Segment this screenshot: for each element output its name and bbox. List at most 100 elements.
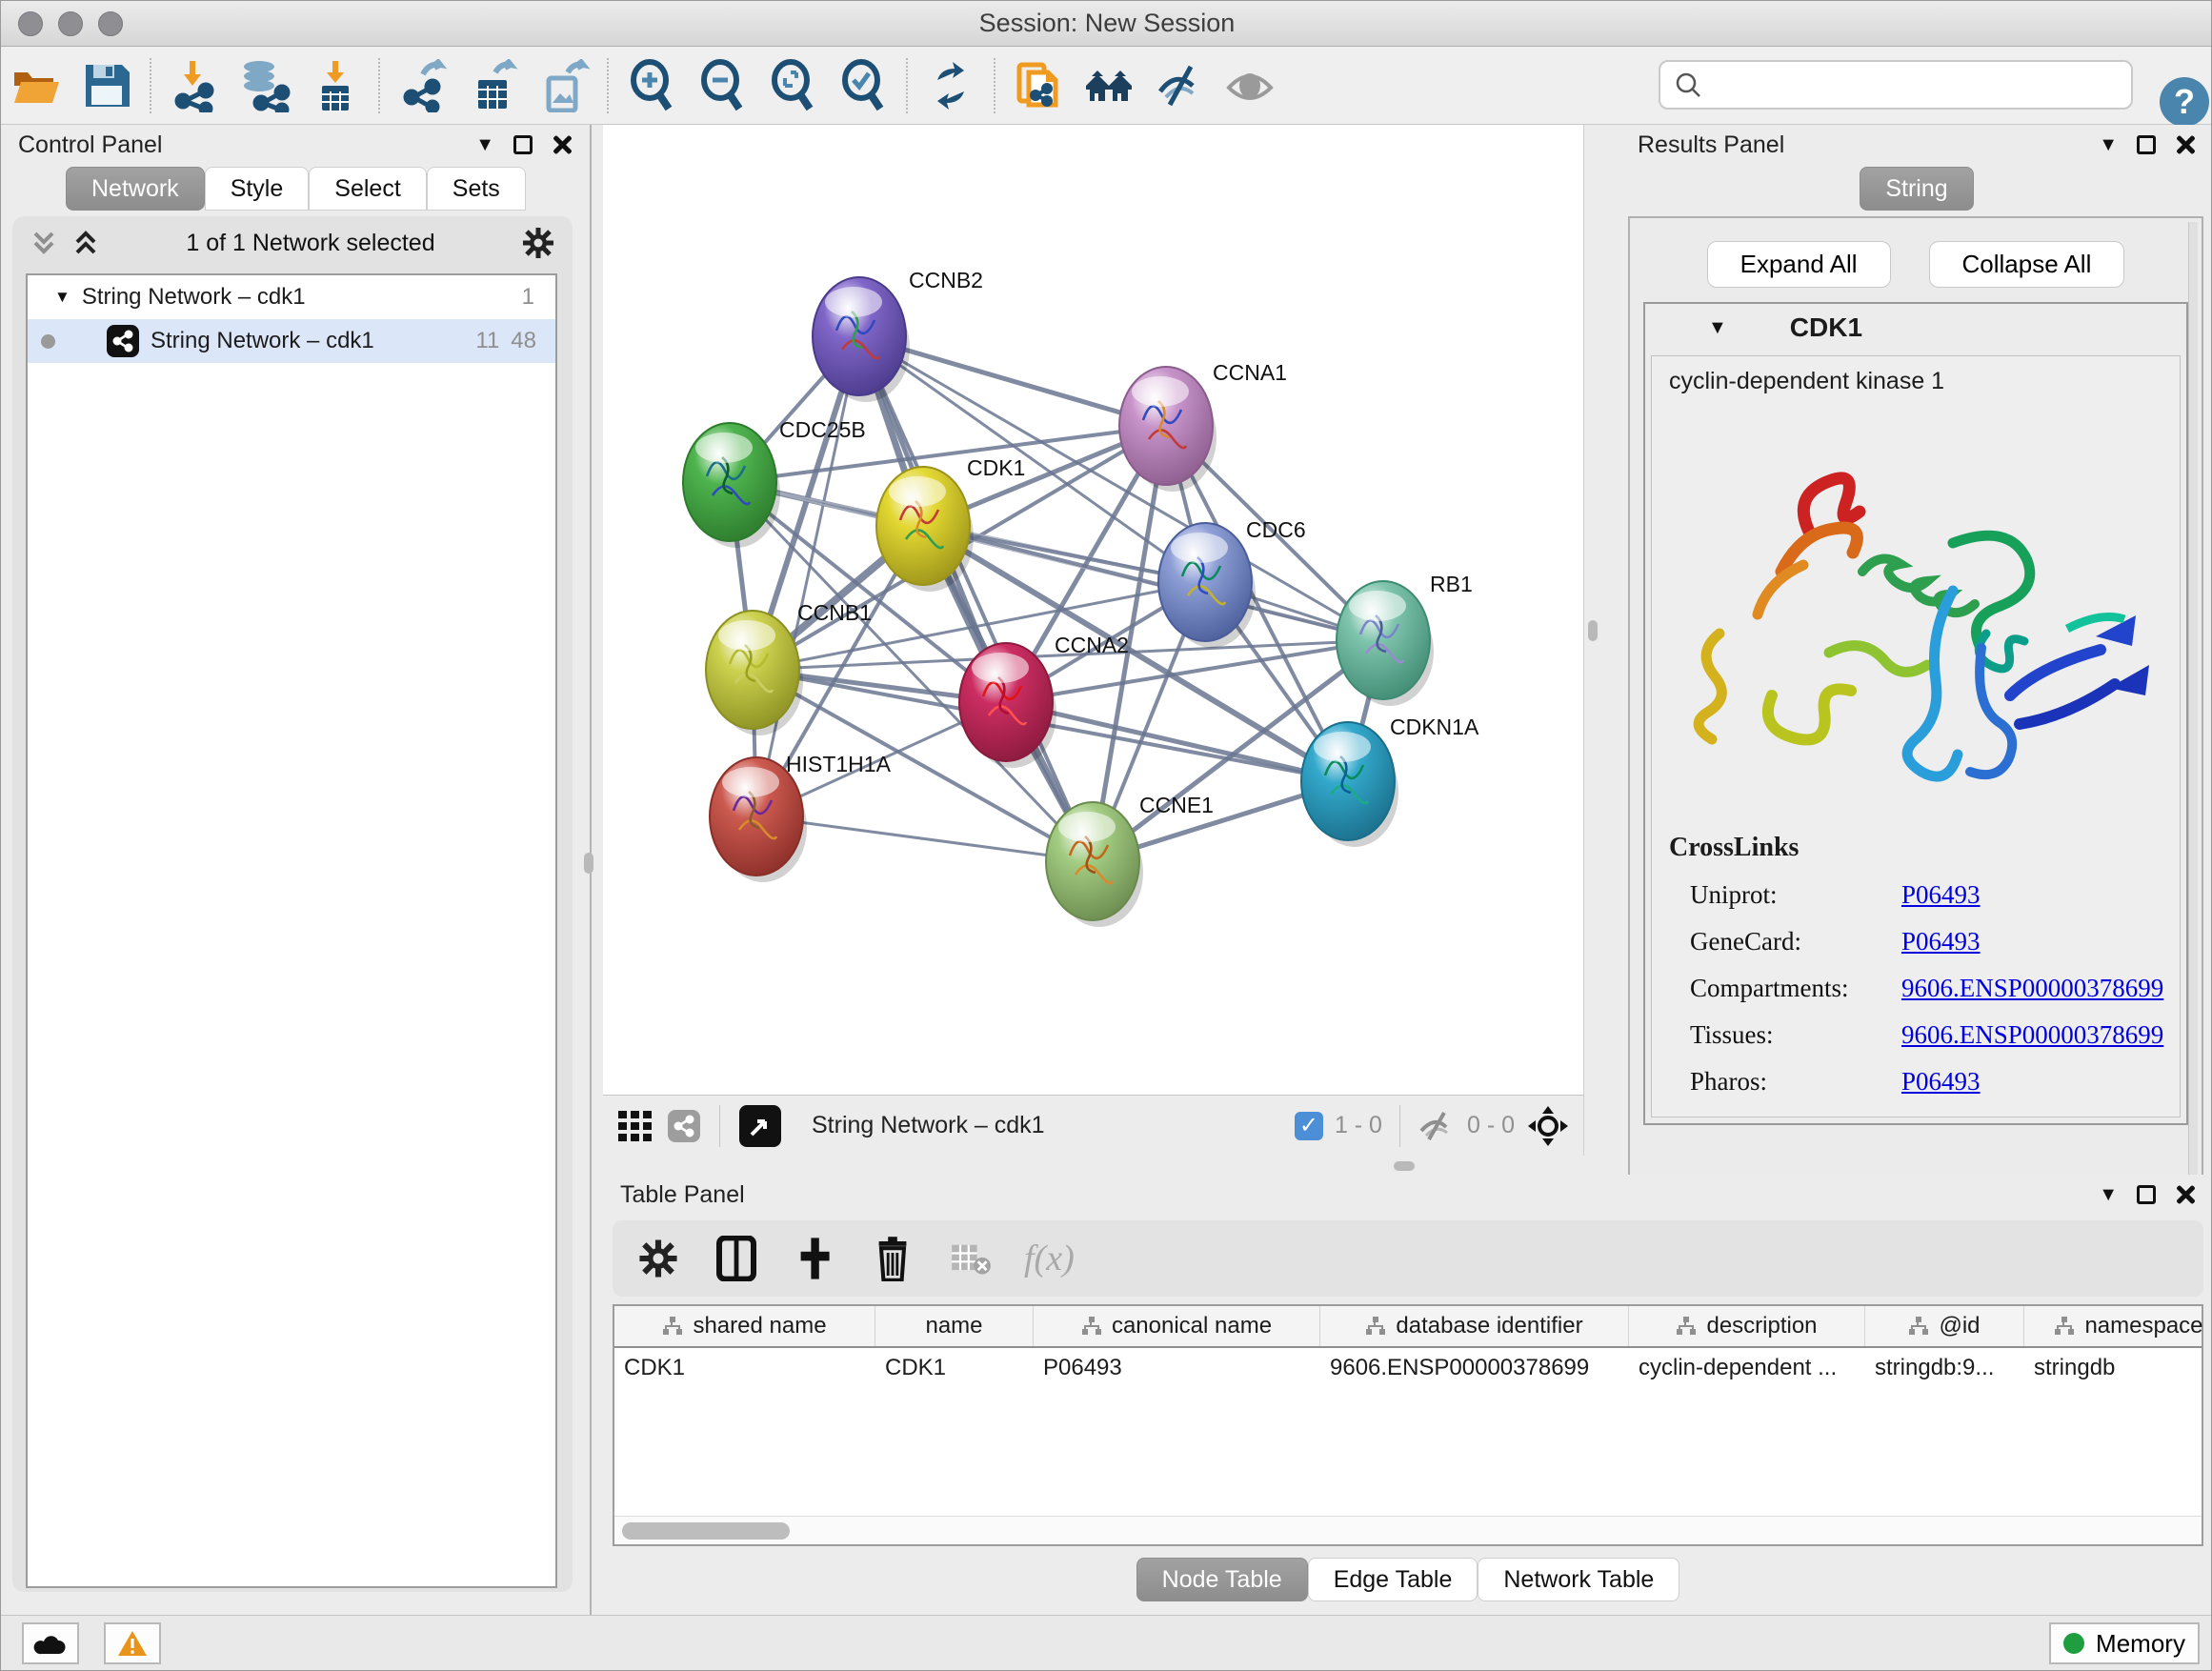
node-CCNB2[interactable]: CCNB2	[813, 268, 983, 402]
horizontal-splitter-handle[interactable]	[1394, 1161, 1415, 1171]
tab-string[interactable]: String	[1860, 167, 1973, 211]
scrollbar-thumb[interactable]	[622, 1522, 790, 1540]
node-HIST1H1A[interactable]: HIST1H1A	[710, 752, 892, 882]
network-view-share-icon[interactable]	[668, 1110, 700, 1142]
tab-style[interactable]: Style	[205, 167, 310, 211]
column-header-name[interactable]: name	[875, 1306, 1034, 1346]
crosslink-link[interactable]: P06493	[1901, 880, 1981, 910]
network-selection-row: 1 of 1 Network selected	[12, 216, 573, 270]
crosslink-link[interactable]: P06493	[1901, 927, 1981, 956]
import-table-file-button[interactable]	[300, 52, 371, 119]
column-header-label: canonical name	[1112, 1313, 1272, 1339]
save-session-button[interactable]	[71, 52, 142, 119]
apply-layout-button[interactable]	[915, 52, 986, 119]
collapse-panel-icon[interactable]: ▼	[475, 134, 494, 156]
delete-columns-trash-icon[interactable]	[868, 1234, 917, 1283]
selected-nodes-checkbox[interactable]: ✓	[1295, 1112, 1323, 1140]
table-horizontal-scrollbar[interactable]	[614, 1516, 2202, 1544]
warning-status-button[interactable]	[104, 1622, 161, 1664]
column-header-database-identifier[interactable]: database identifier	[1320, 1306, 1629, 1346]
zoom-selected-button[interactable]	[828, 52, 898, 119]
table-cell[interactable]: 9606.ENSP00000378699	[1320, 1348, 1629, 1388]
crosshair-move-icon[interactable]	[1526, 1104, 1570, 1148]
column-header-namespace[interactable]: namespace	[2024, 1306, 2212, 1346]
birds-eye-view-icon[interactable]	[739, 1105, 781, 1147]
float-panel-icon[interactable]	[513, 135, 533, 154]
float-panel-icon[interactable]	[2137, 135, 2156, 154]
zoom-out-button[interactable]	[687, 52, 757, 119]
column-header-description[interactable]: description	[1629, 1306, 1865, 1346]
column-header-canonical-name[interactable]: canonical name	[1034, 1306, 1320, 1346]
table-cell[interactable]: cyclin-dependent ...	[1629, 1348, 1865, 1388]
crosslink-link[interactable]: 9606.ENSP00000378699	[1901, 1020, 2163, 1050]
table-cell[interactable]: CDK1	[614, 1348, 875, 1388]
show-columns-icon[interactable]	[712, 1234, 761, 1283]
crosslink-link[interactable]: P06493	[1901, 1067, 1981, 1097]
duplicate-network-button[interactable]	[1003, 52, 1074, 119]
collapse-all-networks-icon[interactable]	[71, 228, 100, 258]
hidden-eye-slash-icon[interactable]	[1418, 1110, 1456, 1142]
tab-network[interactable]: Network	[66, 167, 205, 211]
results-scrollbar[interactable]	[2188, 222, 2198, 1178]
node-CDKN1A[interactable]: CDKN1A	[1301, 715, 1479, 847]
save-floppy-icon	[80, 59, 133, 112]
network-options-gear-icon[interactable]	[521, 226, 555, 260]
node-CCNB1[interactable]: CCNB1	[706, 600, 872, 735]
import-network-database-button[interactable]	[230, 52, 300, 119]
help-button[interactable]: ?	[2160, 77, 2209, 127]
table-cell[interactable]: CDK1	[875, 1348, 1034, 1388]
collapse-panel-icon[interactable]: ▼	[2099, 1184, 2118, 1206]
export-network-button[interactable]	[388, 52, 458, 119]
show-all-button[interactable]	[1215, 52, 1285, 119]
node-CCNA1[interactable]: CCNA1	[1119, 360, 1287, 492]
cloud-status-button[interactable]	[22, 1622, 79, 1664]
network-canvas[interactable]: CCNB2CCNA1CDC25BCDK1CDC6RB1CCNB1CCNA2CDK…	[603, 125, 1584, 1095]
gene-section-header[interactable]: ▼ CDK1	[1645, 304, 2186, 352]
close-panel-icon[interactable]	[2175, 134, 2196, 155]
collection-expand-icon[interactable]: ▼	[54, 288, 70, 307]
left-splitter-handle[interactable]	[584, 853, 593, 874]
crosslink-link[interactable]: 9606.ENSP00000378699	[1901, 974, 2163, 1003]
zoom-in-button[interactable]	[616, 52, 687, 119]
memory-status-button[interactable]: Memory	[2049, 1622, 2200, 1664]
node-CCNA2[interactable]: CCNA2	[959, 633, 1129, 768]
import-network-file-button[interactable]	[159, 52, 230, 119]
table-options-gear-icon[interactable]	[633, 1234, 683, 1283]
tab-edge-table[interactable]: Edge Table	[1308, 1558, 1478, 1601]
grid-mode-icon[interactable]	[616, 1107, 654, 1145]
export-table-button[interactable]	[458, 52, 529, 119]
column-header-shared-name[interactable]: shared name	[614, 1306, 875, 1346]
right-splitter-handle[interactable]	[1588, 620, 1598, 641]
close-panel-icon[interactable]	[552, 134, 573, 155]
float-panel-icon[interactable]	[2137, 1185, 2156, 1204]
collapse-panel-icon[interactable]: ▼	[2099, 134, 2118, 156]
tab-node-table[interactable]: Node Table	[1136, 1558, 1308, 1601]
collapse-all-button[interactable]: Collapse All	[1929, 241, 2125, 288]
node-CCNE1[interactable]: CCNE1	[1046, 793, 1214, 927]
table-cell[interactable]: stringdb:9...	[1865, 1348, 2024, 1388]
hide-selected-button[interactable]	[1144, 52, 1215, 119]
zoom-fit-button[interactable]	[757, 52, 828, 119]
table-cell[interactable]: P06493	[1034, 1348, 1320, 1388]
export-image-button[interactable]	[529, 52, 599, 119]
search-input[interactable]	[1702, 70, 2102, 100]
node-RB1[interactable]: RB1	[1337, 572, 1473, 706]
create-column-plus-icon[interactable]	[790, 1234, 839, 1283]
first-neighbors-button[interactable]	[1074, 52, 1144, 119]
column-header--id[interactable]: @id	[1865, 1306, 2024, 1346]
open-folder-icon	[10, 59, 63, 112]
crosslink-row: Pharos:P06493	[1669, 1067, 2163, 1097]
tab-select[interactable]: Select	[309, 167, 426, 211]
tab-sets[interactable]: Sets	[427, 167, 526, 211]
network-row[interactable]: String Network – cdk1 11 48	[28, 319, 555, 363]
table-cell[interactable]: stringdb	[2024, 1348, 2212, 1388]
close-panel-icon[interactable]	[2175, 1184, 2196, 1205]
table-row[interactable]: CDK1CDK1P064939606.ENSP00000378699cyclin…	[614, 1348, 2202, 1388]
gene-collapse-icon[interactable]: ▼	[1708, 317, 1727, 339]
network-collection-row[interactable]: ▼ String Network – cdk1 1	[28, 275, 555, 319]
expand-all-button[interactable]: Expand All	[1707, 241, 1891, 288]
expand-all-networks-icon[interactable]	[30, 228, 58, 258]
edge-HIST1H1A-CCNE1	[756, 816, 1093, 861]
tab-network-table[interactable]: Network Table	[1478, 1558, 1679, 1601]
open-session-button[interactable]	[1, 52, 71, 119]
